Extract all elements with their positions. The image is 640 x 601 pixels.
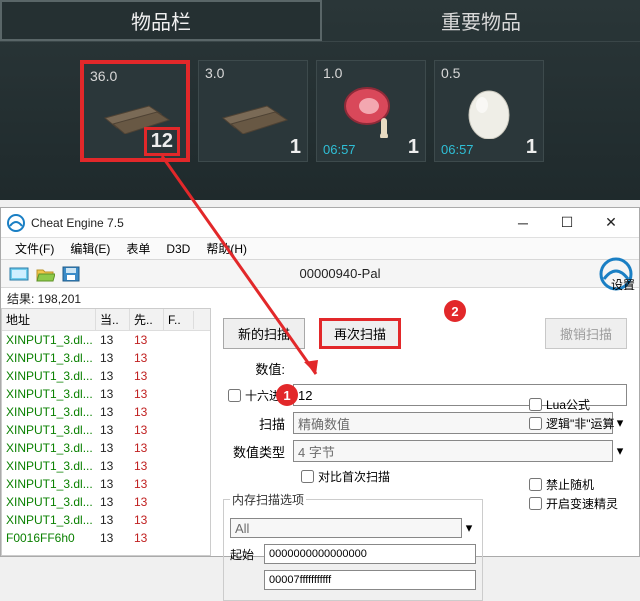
annotation-2: 2	[444, 300, 466, 322]
stop-address-input[interactable]	[264, 570, 476, 590]
annotation-1: 1	[276, 384, 298, 406]
annotation-arrow	[0, 0, 640, 557]
